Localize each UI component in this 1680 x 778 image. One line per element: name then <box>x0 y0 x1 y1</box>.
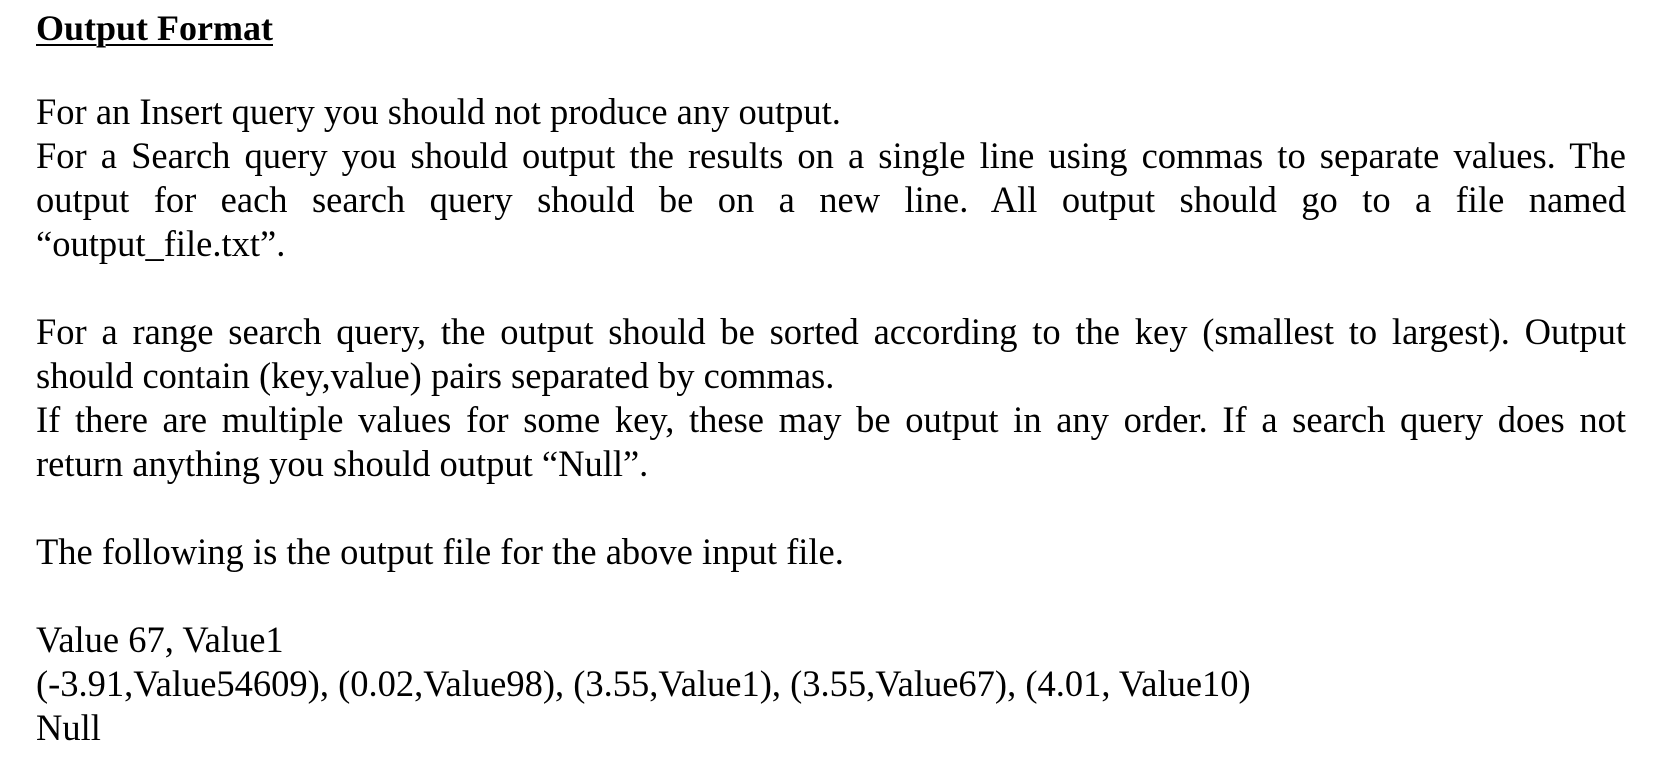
text-line: “output_file.txt”. <box>36 223 286 264</box>
text-line: For an Insert query you should not produ… <box>36 91 841 132</box>
output-example-block: Value 67, Value1 (-3.91,Value54609), (0.… <box>36 618 1626 750</box>
text-line: If there are multiple values for some ke… <box>36 399 1626 440</box>
paragraph-output-rules: For an Insert query you should not produ… <box>36 90 1626 266</box>
section-heading: Output Format <box>36 8 273 48</box>
text-line: return anything you should output “Null”… <box>36 443 649 484</box>
output-line: (-3.91,Value54609), (0.02,Value98), (3.5… <box>36 663 1251 704</box>
text-line: should contain (key,value) pairs separat… <box>36 355 835 396</box>
text-line: output for each search query should be o… <box>36 179 1626 220</box>
paragraph-intro-example: The following is the output file for the… <box>36 530 1626 574</box>
paragraph-range-search: For a range search query, the output sho… <box>36 310 1626 486</box>
text-line: For a range search query, the output sho… <box>36 311 1626 352</box>
output-line: Null <box>36 707 101 748</box>
output-line: Value 67, Value1 <box>36 619 284 660</box>
text-line: For a Search query you should output the… <box>36 135 1626 176</box>
text-line: The following is the output file for the… <box>36 531 844 572</box>
